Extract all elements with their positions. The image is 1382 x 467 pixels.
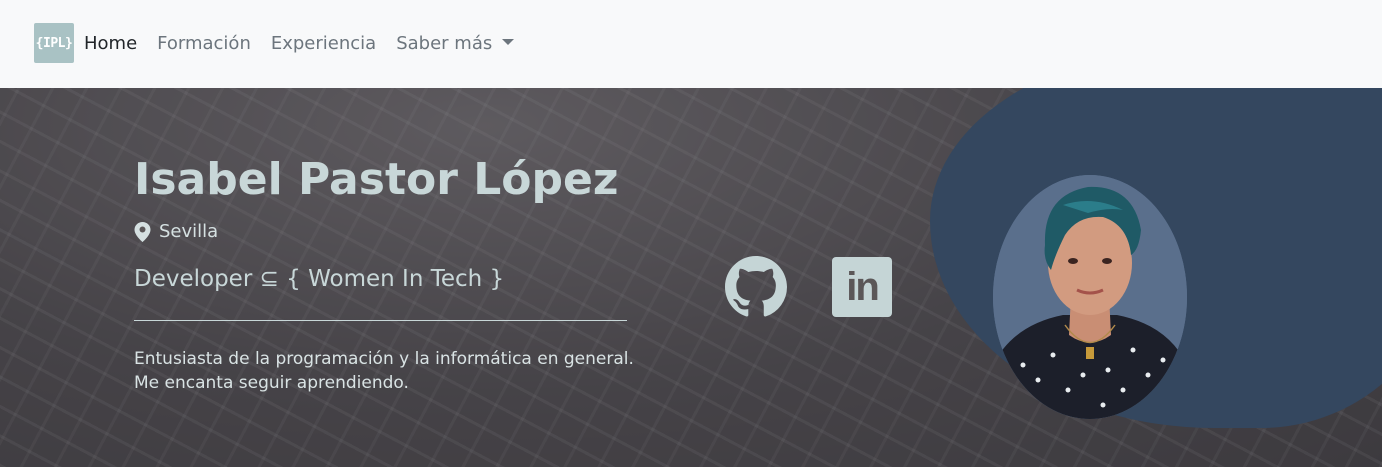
hero-section: Isabel Pastor López Sevilla Developer ⊆ …	[0, 88, 1382, 467]
brand-logo-text: {IPL}	[35, 35, 73, 51]
location-label: Sevilla	[159, 221, 219, 242]
profile-avatar	[993, 175, 1187, 419]
role-subtitle: Developer ⊆ { Women In Tech }	[134, 266, 505, 292]
profile-name: Isabel Pastor López	[134, 154, 619, 205]
navbar: {IPL} Home Formación Experiencia Saber m…	[0, 0, 1382, 88]
bio-line: Me encanta seguir aprendiendo.	[134, 373, 409, 393]
bio: Entusiasta de la programación y la infor…	[134, 347, 634, 395]
nav-experiencia-link[interactable]: Experiencia	[271, 31, 376, 57]
map-pin-icon	[134, 221, 151, 242]
brand-logo[interactable]: {IPL}	[34, 23, 74, 63]
decorative-blob-top	[1110, 88, 1382, 208]
nav-list: Home Formación Experiencia Saber más	[84, 31, 515, 57]
location: Sevilla	[134, 221, 218, 242]
bio-line: Entusiasta de la programación y la infor…	[134, 349, 634, 369]
nav-saber-mas-dropdown[interactable]: Saber más	[396, 31, 515, 57]
nav-home-link[interactable]: Home	[84, 31, 137, 57]
avatar-illustration	[993, 175, 1187, 419]
github-icon[interactable]	[725, 256, 787, 318]
linkedin-icon-text: in	[846, 265, 880, 309]
nav-formacion-link[interactable]: Formación	[157, 31, 251, 57]
nav-saber-mas-label: Saber más	[396, 33, 493, 54]
divider	[134, 320, 627, 321]
linkedin-icon[interactable]: in	[832, 257, 892, 317]
chevron-down-icon	[502, 39, 515, 45]
